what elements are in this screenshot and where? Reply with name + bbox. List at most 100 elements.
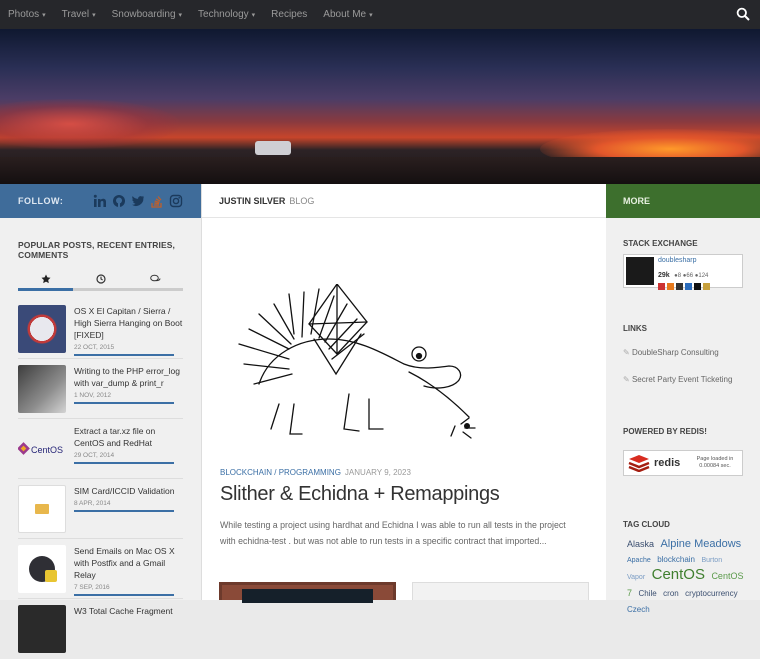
tag-link[interactable]: Apache: [627, 557, 651, 564]
tag-link[interactable]: Chile: [638, 589, 656, 598]
posts-list: OS X El Capitan / Sierra / High Sierra H…: [18, 299, 183, 659]
instagram-icon[interactable]: [169, 194, 183, 208]
tag-link[interactable]: cryptocurrency: [685, 589, 737, 598]
redis-badge[interactable]: redis Page loaded in 0.00084 sec.: [623, 450, 743, 476]
nav-item-technology[interactable]: Technology ▾: [190, 0, 263, 30]
tag-link[interactable]: cron: [663, 589, 679, 598]
tag-link[interactable]: Alpine Meadows: [660, 538, 741, 550]
site-title[interactable]: JUSTIN SILVER BLOG: [202, 184, 606, 218]
list-item[interactable]: CentOS Extract a tar.xz file on CentOS a…: [18, 419, 183, 479]
github-icon[interactable]: [112, 194, 126, 208]
right-sidebar: MORE STACK EXCHANGE doublesharp 29k ●8 ●…: [606, 184, 760, 614]
star-icon: [41, 274, 50, 283]
chevron-down-icon: ▾: [42, 11, 46, 19]
tag-link[interactable]: Alaska: [627, 539, 654, 549]
nav-item-label: About Me: [323, 8, 367, 20]
post-excerpt: While testing a project using hardhat an…: [220, 520, 566, 546]
nav-item-recipes[interactable]: Recipes: [263, 0, 315, 30]
post-title-link[interactable]: OS X El Capitan / Sierra / High Sierra H…: [74, 305, 183, 341]
stack-exchange-title: STACK EXCHANGE: [623, 239, 698, 248]
post-date: 1 NOV, 2012: [74, 392, 111, 399]
post-thumbnail[interactable]: [18, 305, 66, 353]
nav-menu: Photos ▾ Travel ▾ Snowboarding ▾ Technology ▾ Re…: [0, 0, 381, 30]
tab-recent[interactable]: [73, 269, 128, 291]
tag-cloud-title: TAG CLOUD: [623, 520, 670, 529]
list-item[interactable]: OS X El Capitan / Sierra / High Sierra H…: [18, 299, 183, 359]
site-brand-suffix: BLOG: [289, 195, 315, 206]
post-date: 7 SEP, 2016: [74, 584, 110, 591]
search-icon[interactable]: [736, 7, 750, 21]
comments-icon: [150, 274, 161, 281]
list-item[interactable]: Writing to the PHP error_log with var_du…: [18, 359, 183, 419]
redis-wordmark: redis: [654, 457, 681, 469]
tag-link[interactable]: blockchain: [657, 555, 695, 564]
twitter-icon[interactable]: [131, 194, 145, 208]
post-title-link[interactable]: SIM Card/ICCID Validation: [74, 485, 183, 497]
post-card-thumbnail[interactable]: [219, 582, 396, 603]
links-title: LINKS: [623, 324, 647, 333]
link-doublesharp-consulting[interactable]: ✎ DoubleSharp Consulting: [623, 348, 719, 357]
post-date: 29 OCT, 2014: [74, 452, 115, 459]
tag-link[interactable]: Czech: [627, 605, 650, 614]
tab-comments[interactable]: [128, 269, 183, 291]
tag-link[interactable]: CentOS: [652, 566, 705, 583]
posts-tabs: [18, 269, 183, 291]
redis-title: POWERED BY REDIS!: [623, 427, 707, 436]
se-username[interactable]: doublesharp: [658, 257, 710, 264]
nav-item-travel[interactable]: Travel ▾: [54, 0, 104, 30]
featured-image-echidna-sketch[interactable]: [219, 284, 489, 454]
post-card-thumbnail[interactable]: [412, 582, 589, 600]
avatar: [626, 257, 654, 285]
tag-link[interactable]: Burton: [701, 557, 722, 564]
chevron-down-icon: ▾: [251, 11, 256, 19]
nav-item-label: Technology: [198, 8, 249, 20]
post-title-link[interactable]: Send Emails on Mac OS X with Postfix and…: [74, 545, 183, 581]
nav-item-about-me[interactable]: About Me ▾: [315, 0, 380, 30]
site-brand[interactable]: JUSTIN SILVER: [219, 196, 285, 206]
svg-text:CentOS: CentOS: [31, 445, 63, 455]
post-date: 8 APR, 2014: [74, 500, 111, 507]
post-date: 22 OCT, 2015: [74, 344, 115, 351]
chevron-down-icon: ▾: [369, 11, 373, 19]
popular-posts-title: POPULAR POSTS, RECENT ENTRIES, COMMENTS: [18, 240, 175, 260]
post-title-link[interactable]: W3 Total Cache Fragment: [74, 605, 183, 617]
stackoverflow-icon[interactable]: [150, 194, 164, 208]
nav-item-label: Recipes: [271, 8, 308, 20]
post-thumbnail[interactable]: [18, 605, 66, 653]
stack-exchange-flair[interactable]: doublesharp 29k ●8 ●66 ●124: [623, 254, 743, 290]
link-label[interactable]: DoubleSharp Consulting: [632, 348, 719, 357]
follow-label: FOLLOW:: [18, 196, 64, 206]
redis-logo-icon: [628, 455, 650, 472]
list-item[interactable]: SIM Card/ICCID Validation 8 APR, 2014: [18, 479, 183, 539]
link-label[interactable]: Secret Party Event Ticketing: [632, 375, 733, 384]
external-link-icon: ✎: [623, 348, 632, 357]
linkedin-icon[interactable]: [93, 194, 107, 208]
nav-item-snowboarding[interactable]: Snowboarding ▾: [104, 0, 190, 30]
list-item[interactable]: W3 Total Cache Fragment: [18, 599, 183, 659]
header-banner-image: [0, 29, 760, 184]
post-title-link[interactable]: Writing to the PHP error_log with var_du…: [74, 365, 183, 389]
link-secret-party[interactable]: ✎ Secret Party Event Ticketing: [623, 375, 732, 384]
follow-bar: FOLLOW:: [0, 184, 201, 218]
se-reputation: 29k: [658, 272, 670, 279]
post-title-link[interactable]: Extract a tar.xz file on CentOS and RedH…: [74, 425, 183, 449]
post-thumbnail[interactable]: [18, 545, 66, 593]
category-link-programming[interactable]: PROGRAMMING: [279, 468, 341, 477]
post-date: JANUARY 9, 2023: [344, 468, 411, 477]
nav-item-photos[interactable]: Photos ▾: [0, 0, 54, 30]
main-content: JUSTIN SILVER BLOG BLOCKCHAIN / PROGRAMM…: [202, 184, 606, 603]
category-link-blockchain[interactable]: BLOCKCHAIN: [220, 468, 272, 477]
centos-logo[interactable]: CentOS: [18, 425, 66, 473]
chevron-down-icon: ▾: [178, 11, 183, 19]
post-thumbnail[interactable]: [18, 365, 66, 413]
more-bar[interactable]: MORE: [606, 184, 760, 218]
tag-link[interactable]: Vapor: [627, 574, 645, 581]
post-headline-link[interactable]: Slither & Echidna + Remappings: [220, 483, 500, 506]
page-load-time: Page loaded in 0.00084 sec.: [696, 456, 734, 469]
se-badges: ●8 ●66 ●124: [674, 273, 709, 279]
post-thumbnail[interactable]: [18, 485, 66, 533]
list-item[interactable]: Send Emails on Mac OS X with Postfix and…: [18, 539, 183, 599]
tab-popular[interactable]: [18, 269, 73, 291]
chevron-down-icon: ▾: [92, 11, 96, 19]
post-meta: BLOCKCHAIN / PROGRAMMING JANUARY 9, 2023: [220, 468, 411, 477]
